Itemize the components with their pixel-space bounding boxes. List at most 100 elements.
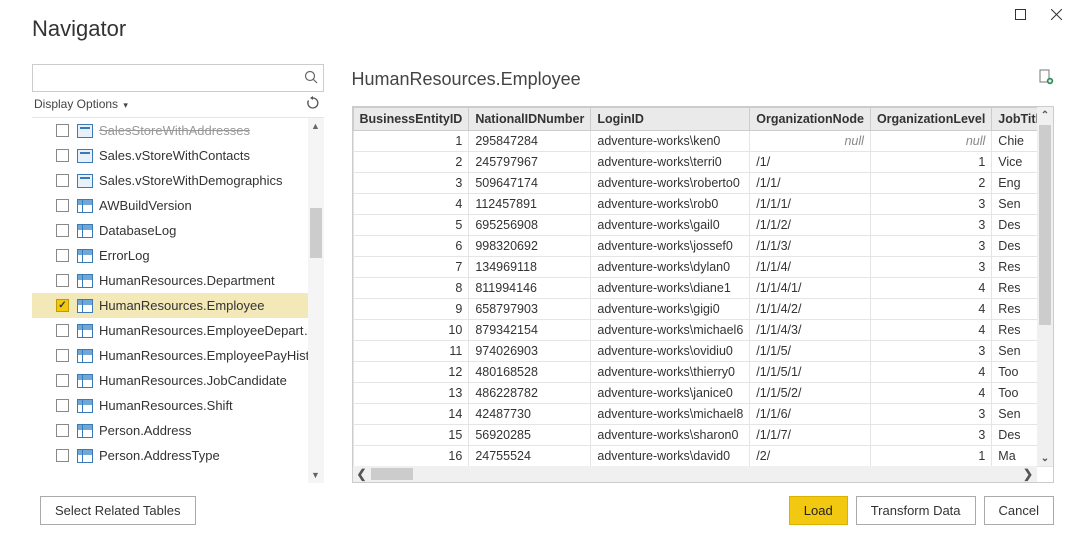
table-cell: 4 bbox=[870, 362, 991, 383]
table-row[interactable]: 3509647174adventure-works\roberto0/1/1/2… bbox=[353, 173, 1052, 194]
grid-hscroll-thumb[interactable] bbox=[371, 468, 413, 480]
tree-checkbox[interactable] bbox=[56, 124, 69, 137]
tree-item-label: Person.Address bbox=[99, 423, 192, 438]
table-cell: 13 bbox=[353, 383, 469, 404]
table-row[interactable]: 13486228782adventure-works\janice0/1/1/5… bbox=[353, 383, 1052, 404]
tree-checkbox[interactable] bbox=[56, 324, 69, 337]
tree-item[interactable]: HumanResources.JobCandidate bbox=[32, 368, 324, 393]
tree-item[interactable]: HumanResources.EmployeePayHistory bbox=[32, 343, 324, 368]
tree-item[interactable]: HumanResources.Shift bbox=[32, 393, 324, 418]
table-row[interactable]: 1624755524adventure-works\david0/2/1Ma bbox=[353, 446, 1052, 467]
tree-checkbox[interactable] bbox=[56, 274, 69, 287]
tree-checkbox[interactable] bbox=[56, 224, 69, 237]
tree-item[interactable]: HumanResources.Employee bbox=[32, 293, 324, 318]
table-cell: adventure-works\michael8 bbox=[591, 404, 750, 425]
tree-checkbox[interactable] bbox=[56, 199, 69, 212]
table-cell: 3 bbox=[870, 341, 991, 362]
tree-item[interactable]: DatabaseLog bbox=[32, 218, 324, 243]
tree-checkbox[interactable] bbox=[56, 149, 69, 162]
tree-item[interactable]: HumanResources.EmployeeDepartmen... bbox=[32, 318, 324, 343]
table-icon bbox=[77, 224, 93, 238]
transform-data-button[interactable]: Transform Data bbox=[856, 496, 976, 525]
table-cell: adventure-works\gigi0 bbox=[591, 299, 750, 320]
tree-checkbox[interactable] bbox=[56, 174, 69, 187]
table-row[interactable]: 12480168528adventure-works\thierry0/1/1/… bbox=[353, 362, 1052, 383]
table-cell: 1 bbox=[870, 152, 991, 173]
window-close-icon[interactable] bbox=[1038, 0, 1074, 28]
tree-checkbox[interactable] bbox=[56, 374, 69, 387]
table-cell: 879342154 bbox=[469, 320, 591, 341]
table-row[interactable]: 6998320692adventure-works\jossef0/1/1/3/… bbox=[353, 236, 1052, 257]
tree-item[interactable]: Person.AddressType bbox=[32, 443, 324, 468]
table-row[interactable]: 11974026903adventure-works\ovidiu0/1/1/5… bbox=[353, 341, 1052, 362]
refresh-icon[interactable] bbox=[306, 96, 324, 113]
tree-checkbox[interactable] bbox=[56, 424, 69, 437]
table-cell: 56920285 bbox=[469, 425, 591, 446]
table-row[interactable]: 7134969118adventure-works\dylan0/1/1/4/3… bbox=[353, 257, 1052, 278]
tree-item[interactable]: AWBuildVersion bbox=[32, 193, 324, 218]
table-cell: null bbox=[750, 131, 871, 152]
table-cell: 4 bbox=[870, 383, 991, 404]
cancel-button[interactable]: Cancel bbox=[984, 496, 1054, 525]
tree-scrollbar[interactable]: ▲ ▼ bbox=[308, 118, 324, 483]
tree-item[interactable]: HumanResources.Department bbox=[32, 268, 324, 293]
load-button[interactable]: Load bbox=[789, 496, 848, 525]
table-cell: 3 bbox=[870, 425, 991, 446]
grid-scroll-up-icon[interactable]: ⌃ bbox=[1037, 107, 1053, 123]
column-header[interactable]: LoginID bbox=[591, 108, 750, 131]
table-cell: adventure-works\sharon0 bbox=[591, 425, 750, 446]
tree-item-label: HumanResources.Employee bbox=[99, 298, 264, 313]
grid-vscroll-thumb[interactable] bbox=[1039, 125, 1051, 325]
search-input[interactable] bbox=[33, 65, 323, 91]
scroll-down-icon[interactable]: ▼ bbox=[308, 467, 324, 483]
window-maximize-icon[interactable] bbox=[1002, 0, 1038, 28]
tree-item[interactable]: Person.Address bbox=[32, 418, 324, 443]
tree-item[interactable]: Sales.vStoreWithDemographics bbox=[32, 168, 324, 193]
tree-checkbox[interactable] bbox=[56, 399, 69, 412]
grid-scroll-down-icon[interactable]: ⌄ bbox=[1037, 450, 1053, 466]
tree-checkbox[interactable] bbox=[56, 349, 69, 362]
tree-item[interactable]: ErrorLog bbox=[32, 243, 324, 268]
tree-scroll-thumb[interactable] bbox=[310, 208, 322, 258]
display-options-dropdown[interactable]: Display Options ▾ bbox=[34, 97, 128, 111]
tree-checkbox[interactable] bbox=[56, 249, 69, 262]
view-icon bbox=[77, 174, 93, 188]
table-cell: 3 bbox=[870, 404, 991, 425]
search-icon[interactable] bbox=[304, 70, 318, 89]
grid-vscrollbar[interactable]: ⌃ ⌄ bbox=[1037, 107, 1053, 466]
table-cell: 112457891 bbox=[469, 194, 591, 215]
tree-checkbox[interactable] bbox=[56, 449, 69, 462]
table-icon bbox=[77, 274, 93, 288]
tree-checkbox[interactable] bbox=[56, 299, 69, 312]
tree-item-label: HumanResources.Department bbox=[99, 273, 275, 288]
column-header[interactable]: OrganizationNode bbox=[750, 108, 871, 131]
tree-item[interactable]: Sales.vStoreWithContacts bbox=[32, 143, 324, 168]
column-header[interactable]: BusinessEntityID bbox=[353, 108, 469, 131]
tree-item-label: SalesStoreWithAddresses bbox=[99, 123, 250, 138]
tree-item[interactable]: SalesStoreWithAddresses bbox=[32, 118, 324, 143]
table-row[interactable]: 2245797967adventure-works\terri0/1/1Vice bbox=[353, 152, 1052, 173]
column-header[interactable]: OrganizationLevel bbox=[870, 108, 991, 131]
grid-hscrollbar[interactable]: ❮ ❯ bbox=[353, 466, 1037, 482]
select-related-tables-button[interactable]: Select Related Tables bbox=[40, 496, 196, 525]
view-icon bbox=[77, 149, 93, 163]
table-icon bbox=[77, 324, 93, 338]
grid-scroll-left-icon[interactable]: ❮ bbox=[353, 467, 371, 481]
table-row[interactable]: 5695256908adventure-works\gail0/1/1/2/3D… bbox=[353, 215, 1052, 236]
table-row[interactable]: 4112457891adventure-works\rob0/1/1/1/3Se… bbox=[353, 194, 1052, 215]
table-row[interactable]: 1295847284adventure-works\ken0nullnullCh… bbox=[353, 131, 1052, 152]
table-cell: /1/1/6/ bbox=[750, 404, 871, 425]
table-cell: /1/1/1/ bbox=[750, 194, 871, 215]
table-row[interactable]: 9658797903adventure-works\gigi0/1/1/4/2/… bbox=[353, 299, 1052, 320]
grid-scroll-right-icon[interactable]: ❯ bbox=[1019, 467, 1037, 481]
column-header[interactable]: NationalIDNumber bbox=[469, 108, 591, 131]
object-tree[interactable]: SalesStoreWithAddresses Sales.vStoreWithC… bbox=[32, 118, 324, 483]
preview-options-icon[interactable] bbox=[1038, 69, 1054, 90]
table-row[interactable]: 1556920285adventure-works\sharon0/1/1/7/… bbox=[353, 425, 1052, 446]
table-row[interactable]: 10879342154adventure-works\michael6/1/1/… bbox=[353, 320, 1052, 341]
table-row[interactable]: 8811994146adventure-works\diane1/1/1/4/1… bbox=[353, 278, 1052, 299]
table-row[interactable]: 1442487730adventure-works\michael8/1/1/6… bbox=[353, 404, 1052, 425]
table-icon bbox=[77, 424, 93, 438]
scroll-up-icon[interactable]: ▲ bbox=[308, 118, 324, 134]
table-cell: 8 bbox=[353, 278, 469, 299]
